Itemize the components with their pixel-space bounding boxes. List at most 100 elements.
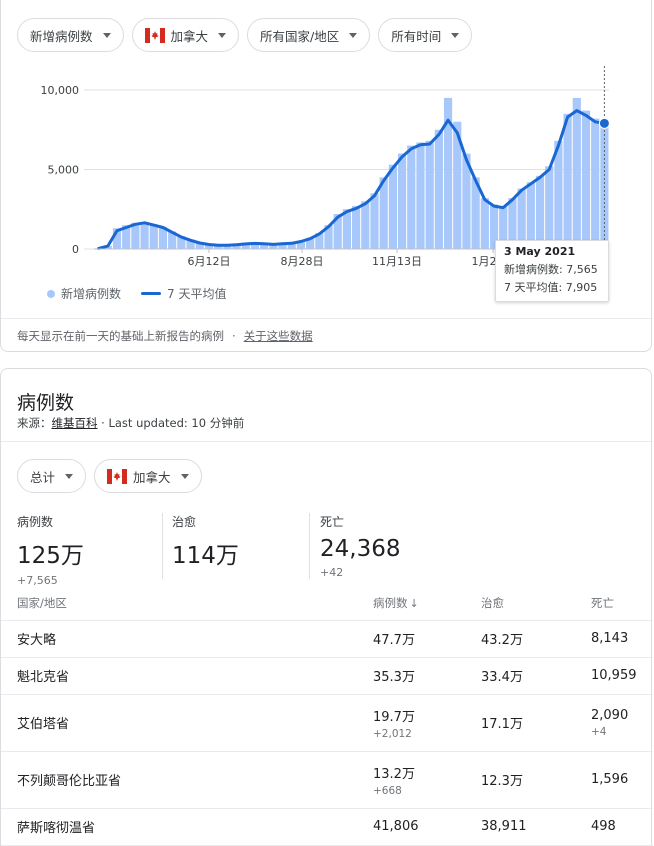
region-recovered: 43.2万 [481,620,591,658]
col-header-cases[interactable]: 病例数 ↓ [373,587,481,621]
region-filter-chip[interactable]: 所有国家/地区 [247,18,371,52]
region-cases: 13.2万 [373,766,415,782]
region-deaths: 2,090 [591,707,629,723]
region-cases-cell: 13.2万 +668 [373,751,481,809]
stat-deaths-delta: +42 [320,566,344,579]
col-header-deaths[interactable]: 死亡 [591,587,653,621]
region-deaths: 8,143 [591,620,653,658]
canada-flag-icon [144,27,165,43]
regions-table: 国家/地区 病例数 ↓ 治愈 死亡 安大略 47.7万 43.2万 8,143 魁… [1,587,653,846]
x-tick-label: 6月12日 [188,255,231,268]
metric-filter-chip[interactable]: 新增病例数 [17,18,124,52]
region-recovered: 38,911 [481,808,591,846]
region-cases-delta: +2,012 [373,727,412,740]
tooltip-average: 7 天平均值: 7,905 [504,281,598,294]
region-deaths: 498 [591,808,653,846]
chevron-down-icon [349,32,358,38]
y-tick-label: 5,000 [48,163,80,176]
chart-card: 新增病例数 加拿大 所有国家/地区 所有时间 05,00010,0006月 [0,0,653,352]
tooltip-date: 3 May 2021 [504,245,576,258]
cases-bar [407,145,416,249]
chevron-down-icon [218,32,227,38]
region-filter-label: 所有国家/地区 [260,28,340,44]
stats-country-filter-chip[interactable]: 加拿大 [94,459,202,493]
cases-bar [563,113,572,249]
last-updated: · Last updated: 10 分钟前 [101,416,245,430]
region-name: 萨斯喀彻温省 [1,808,373,846]
table-row[interactable]: 萨斯喀彻温省 41,806 38,911 498 [1,808,653,846]
legend-cases-swatch [47,289,55,298]
cases-bar [425,140,434,249]
total-filter-label: 总计 [30,469,56,485]
cases-bar [361,201,370,249]
cases-bar [149,224,158,249]
table-row[interactable]: 艾伯塔省 19.7万 +2,012 17.1万 2,090 +4 [1,694,653,752]
region-name: 安大略 [1,620,373,658]
stat-recovered: 治愈 114万 [172,513,239,570]
stat-cases-value: 125万 [17,543,84,569]
stat-separator [309,513,310,579]
region-cases-delta: +668 [373,784,402,797]
total-filter-chip[interactable]: 总计 [17,459,87,493]
source-line: 来源：维基百科 · Last updated: 10 分钟前 [17,415,244,431]
country-filter-chip[interactable]: 加拿大 [131,18,240,52]
section-title: 病例数 [17,392,75,414]
source-label: 来源： [17,416,52,430]
time-filter-label: 所有时间 [391,28,442,44]
cases-bar [572,97,581,250]
chart-legend: 新增病例数 7 天平均值 [47,285,226,302]
stat-deaths-label: 死亡 [320,515,345,529]
region-recovered: 12.3万 [481,751,591,809]
region-cases-cell: 19.7万 +2,012 [373,694,481,752]
y-tick-label: 10,000 [41,84,80,97]
chevron-down-icon [451,32,460,38]
cases-bar [352,206,361,249]
region-name: 魁北克省 [1,657,373,695]
time-filter-chip[interactable]: 所有时间 [378,18,473,52]
region-deaths: 1,596 [591,751,653,809]
col-header-region[interactable]: 国家/地区 [1,587,373,621]
stat-separator [162,513,163,579]
col-header-cases-label: 病例数 [373,596,408,611]
stat-recovered-value: 114万 [172,543,239,569]
y-tick-label: 0 [72,243,79,256]
chart-filter-bar: 新增病例数 加拿大 所有国家/地区 所有时间 [17,18,480,52]
table-row[interactable]: 魁北克省 35.3万 33.4万 10,959 [1,657,653,695]
cases-bar [416,142,425,249]
stats-country-filter-label: 加拿大 [133,469,171,485]
canada-flag-icon [107,468,128,484]
cases-bar [434,129,443,249]
stats-card: 病例数 来源：维基百科 · Last updated: 10 分钟前 总计 加拿… [0,368,653,846]
sort-arrow-down-icon: ↓ [409,597,419,611]
cases-bar [591,118,600,249]
chevron-down-icon [180,473,189,479]
chevron-down-icon [102,32,111,38]
region-name: 艾伯塔省 [1,694,373,752]
x-tick-label: 8月28日 [281,255,324,268]
stat-recovered-label: 治愈 [172,515,197,529]
legend-average-label: 7 天平均值 [167,287,227,301]
region-name: 不列颠哥伦比亚省 [1,751,373,809]
cases-bar [545,166,554,249]
region-cases: 35.3万 [373,657,481,695]
hover-point [598,117,610,129]
col-header-recovered[interactable]: 治愈 [481,587,591,621]
table-row[interactable]: 安大略 47.7万 43.2万 8,143 [1,620,653,658]
legend-average-swatch [141,292,162,295]
chart-footnote: 每天显示在前一天的基础上新报告的病例 · 关于这些数据 [17,328,313,344]
region-deaths: 10,959 [591,657,653,695]
footnote-separator: · [232,329,236,343]
table-row[interactable]: 不列颠哥伦比亚省 13.2万 +668 12.3万 1,596 [1,751,653,809]
wikipedia-source-link[interactable]: 维基百科 [52,416,98,430]
legend-cases-label: 新增病例数 [61,287,122,301]
cases-bar [397,153,407,249]
metric-filter-label: 新增病例数 [30,28,93,44]
cases-bar [535,175,545,249]
footnote-text: 每天显示在前一天的基础上新报告的病例 [17,329,224,343]
about-data-link[interactable]: 关于这些数据 [244,329,313,343]
cases-bar [140,221,149,249]
chart-divider [1,318,653,319]
cases-bar [480,198,489,249]
region-cases: 41,806 [373,808,481,846]
country-filter-label: 加拿大 [170,28,209,44]
